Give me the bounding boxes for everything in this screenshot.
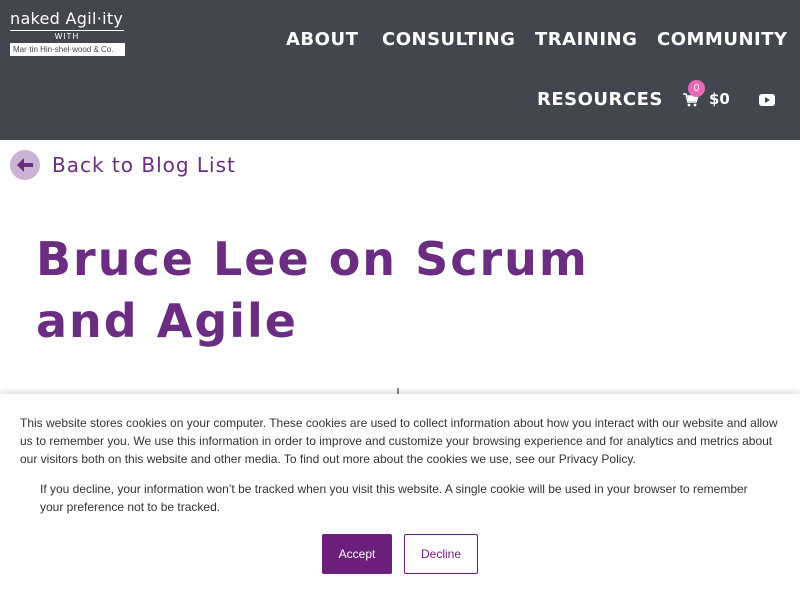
cookie-text: This website stores cookies on your comp… — [20, 416, 778, 466]
cookie-text-secondary: If you decline, your information won’t b… — [40, 482, 748, 514]
logo-with: WITH — [10, 30, 124, 41]
cart-count-badge: 0 — [688, 80, 705, 97]
back-link-label: Back to Blog List — [52, 153, 236, 177]
post-title: Bruce Lee on Scrum and Agile — [36, 232, 589, 348]
cookie-banner: This website stores cookies on your comp… — [0, 394, 800, 600]
back-to-blog-link[interactable]: Back to Blog List — [10, 150, 236, 180]
accept-button[interactable]: Accept — [322, 534, 392, 574]
arrow-left-icon — [10, 150, 40, 180]
nav-about[interactable]: ABOUT — [286, 29, 358, 50]
nav-consulting[interactable]: CONSULTING — [382, 29, 515, 50]
nav-resources[interactable]: RESOURCES — [537, 89, 663, 110]
logo-sub: Mar·tin Hin·shel·wood & Co. — [10, 43, 125, 56]
site-header: naked Agil·ity WITH Mar·tin Hin·shel·woo… — [0, 0, 800, 140]
nav-community[interactable]: COMMUNITY — [657, 29, 788, 50]
nav-training[interactable]: TRAINING — [535, 29, 637, 50]
cart-total[interactable]: $0 — [709, 90, 730, 108]
site-logo[interactable]: naked Agil·ity WITH Mar·tin Hin·shel·woo… — [10, 10, 128, 56]
decline-button[interactable]: Decline — [404, 534, 478, 574]
logo-brand: naked Agil·ity — [10, 9, 124, 28]
youtube-icon[interactable] — [759, 94, 775, 106]
